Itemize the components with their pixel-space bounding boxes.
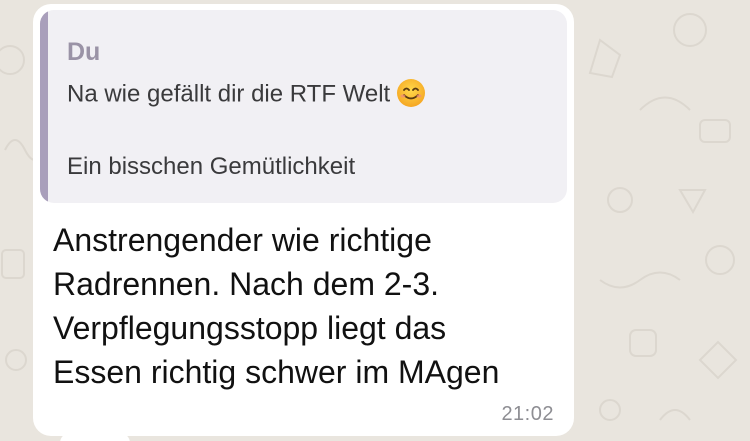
message-line: Essen richtig schwer im MAgen (53, 354, 500, 390)
message-timestamp: 21:02 (501, 403, 554, 425)
smiling-face-icon (397, 79, 426, 107)
message-line: Anstrengender wie richtige (53, 222, 432, 258)
quote-sender-name: Du (67, 38, 101, 66)
quoted-reply-text: Ein bisschen Gemütlichkeit (67, 153, 356, 180)
message-line: Radrennen. Nach dem 2-3. (53, 266, 439, 302)
next-message-bubble[interactable] (60, 433, 130, 441)
quoted-reply[interactable]: Du Na wie gefällt dir die RTF Welt Ein b… (40, 10, 567, 203)
quoted-text: Na wie gefällt dir die RTF Welt (67, 79, 426, 110)
message-line: Verpflegungsstopp liegt das (53, 310, 447, 346)
message-text: Anstrengender wie richtige Radrennen. Na… (53, 218, 563, 394)
message-bubble[interactable]: Du Na wie gefällt dir die RTF Welt Ein b… (33, 4, 574, 436)
quoted-text-label: Na wie gefällt dir die RTF Welt (67, 80, 391, 108)
quote-accent-bar (40, 10, 48, 203)
